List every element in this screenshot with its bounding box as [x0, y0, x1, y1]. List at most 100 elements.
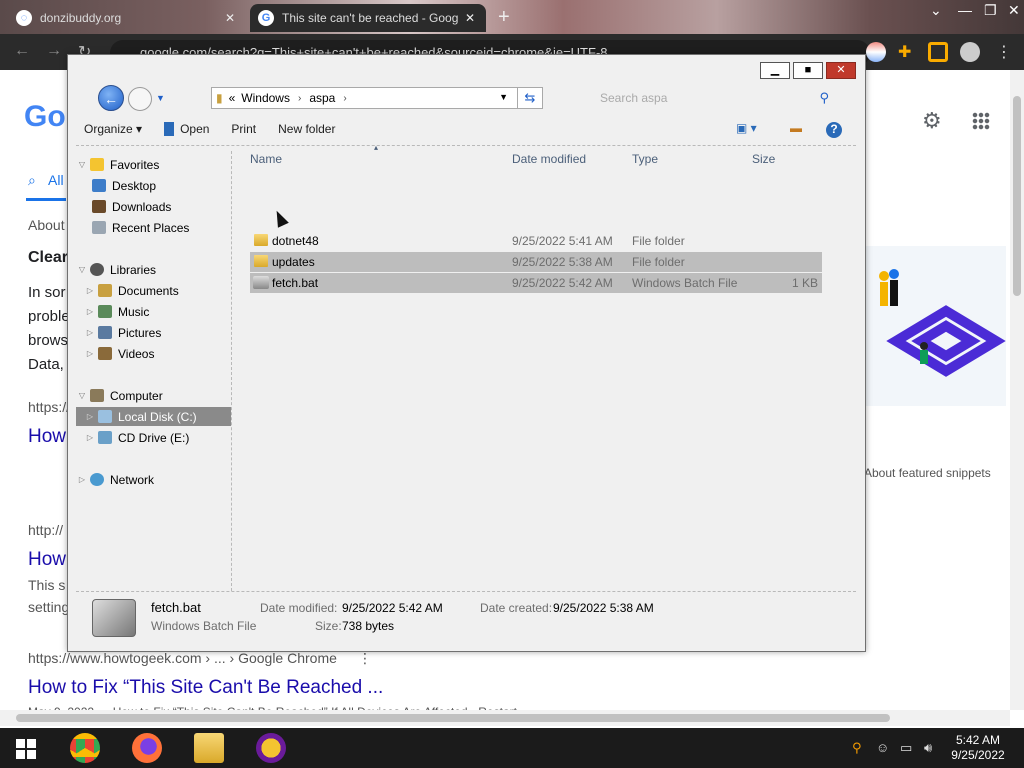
result-link[interactable]: How [28, 549, 66, 571]
nav-local-disk[interactable]: ▷ Local Disk (C:) [76, 407, 231, 426]
menu-dots-icon[interactable]: ⋮ [996, 42, 1016, 62]
search-tray-icon[interactable]: ⚲ [852, 740, 862, 756]
change-view-icon[interactable]: ▣ ▾ [736, 121, 757, 135]
nav-libraries[interactable]: ▽ Libraries [76, 260, 156, 279]
gear-icon[interactable]: ⚙ [922, 108, 942, 134]
nav-documents[interactable]: ▷ Documents [84, 281, 179, 300]
expand-arrow-icon[interactable]: ▷ [84, 286, 96, 295]
column-header-size[interactable]: Size [752, 152, 775, 166]
nav-music[interactable]: ▷ Music [84, 302, 149, 321]
file-date: 9/25/2022 5:41 AM [512, 234, 613, 248]
help-icon[interactable]: ? [826, 122, 842, 138]
expand-arrow-icon[interactable]: ▷ [84, 307, 96, 316]
minimize-button[interactable]: ▁ [760, 62, 790, 79]
result-url[interactable]: https:// [28, 399, 70, 415]
forward-button[interactable] [128, 87, 152, 111]
about-featured-snippets[interactable]: About featured snippets [864, 466, 991, 480]
google-logo[interactable]: Go [24, 100, 66, 134]
extension-flag-icon[interactable] [866, 42, 886, 62]
tab-google-search[interactable]: G This site can't be reached - Goog ✕ [250, 4, 486, 32]
new-folder-button[interactable]: New folder [270, 122, 343, 136]
address-bar[interactable]: ▮ « Windows › aspa › ▼ [211, 87, 543, 109]
maximize-button[interactable]: ■ [793, 62, 823, 79]
close-button[interactable]: ✕ [826, 62, 856, 79]
nav-desktop[interactable]: Desktop [90, 176, 156, 195]
open-button[interactable]: Open [156, 122, 217, 136]
address-dropdown-icon[interactable]: ▼ [499, 92, 508, 102]
expand-arrow-icon[interactable]: ▷ [84, 349, 96, 358]
network-tray-icon[interactable]: ▭ [900, 740, 912, 756]
nav-label: Desktop [112, 178, 157, 193]
breadcrumb-separator[interactable]: › [298, 93, 301, 104]
emoji-tray-icon[interactable]: ☺ [876, 740, 889, 755]
result-menu-icon[interactable]: ⋮ [358, 650, 372, 667]
forward-arrow-icon[interactable]: → [46, 42, 62, 60]
scrollbar-thumb[interactable] [16, 714, 890, 722]
restore-icon[interactable]: ❐ [984, 2, 997, 19]
nav-computer[interactable]: ▽ Computer [76, 386, 163, 405]
breadcrumb-windows[interactable]: Windows [241, 91, 290, 105]
print-button[interactable]: Print [223, 122, 264, 136]
file-row-dotnet48[interactable]: dotnet48 9/25/2022 5:41 AM File folder [250, 231, 822, 251]
nav-recent-places[interactable]: Recent Places [90, 218, 189, 237]
volume-icon[interactable]: 🔊︎ [924, 740, 932, 756]
file-explorer-app-icon[interactable] [194, 733, 224, 763]
breadcrumb-separator[interactable]: › [343, 93, 346, 104]
tab-close-icon[interactable]: ✕ [222, 11, 238, 25]
nav-downloads[interactable]: Downloads [90, 197, 171, 216]
result-link[interactable]: How to Fix “This Site Can't Be Reached .… [28, 677, 383, 699]
recent-pages-chevron-icon[interactable]: ▼ [156, 93, 165, 103]
expand-arrow-icon[interactable]: ▷ [84, 328, 96, 337]
profile-avatar-icon[interactable] [960, 42, 980, 62]
nav-pictures[interactable]: ▷ Pictures [84, 323, 161, 342]
nav-network[interactable]: ▷ Network [76, 470, 154, 489]
tab-close-icon[interactable]: ✕ [462, 11, 478, 25]
videos-icon [98, 347, 112, 360]
result-url[interactable]: https://www.howtogeek.com › ... › Google… [28, 650, 337, 666]
page-scrollbar-horizontal[interactable] [0, 710, 1010, 726]
chevron-down-icon[interactable]: ⌄ [930, 2, 942, 19]
close-icon[interactable]: ✕ [1008, 2, 1020, 19]
page-scrollbar-vertical[interactable] [1010, 70, 1024, 710]
column-header-date[interactable]: Date modified [512, 152, 586, 166]
yahoo-messenger-app-icon[interactable] [256, 733, 286, 763]
minimize-icon[interactable]: — [958, 2, 972, 18]
file-row-updates[interactable]: updates 9/25/2022 5:38 AM File folder [250, 252, 822, 272]
clock-date: 9/25/2022 [951, 748, 1005, 762]
collapse-arrow-icon[interactable]: ▽ [76, 391, 88, 400]
new-tab-button[interactable]: + [498, 6, 510, 29]
column-header-name[interactable]: Name [250, 152, 282, 166]
tab-all[interactable]: All [48, 172, 64, 188]
result-url[interactable]: http:// [28, 522, 63, 538]
back-button[interactable]: ← [98, 85, 124, 111]
scrollbar-thumb[interactable] [1013, 96, 1021, 296]
nav-cd-drive[interactable]: ▷ CD Drive (E:) [84, 428, 189, 447]
apps-grid-icon[interactable] [972, 112, 990, 130]
refresh-button[interactable]: ⇆ [517, 87, 543, 109]
file-row-fetch-bat[interactable]: fetch.bat 9/25/2022 5:42 AM Windows Batc… [250, 273, 822, 293]
column-header-type[interactable]: Type [632, 152, 658, 166]
search-input[interactable]: Search aspa ⚲ [590, 87, 835, 109]
search-icon[interactable]: ⚲ [819, 90, 829, 106]
collapse-arrow-icon[interactable]: ▽ [76, 160, 88, 169]
nav-videos[interactable]: ▷ Videos [84, 344, 155, 363]
explorer-window: ▁ ■ ✕ ← ▼ ▮ « Windows › aspa › ▼ ⇆ Searc… [67, 54, 866, 652]
expand-arrow-icon[interactable]: ▷ [84, 433, 96, 442]
preview-pane-icon[interactable]: ▬ [790, 121, 802, 135]
expand-arrow-icon[interactable]: ▷ [84, 412, 96, 421]
sort-arrow-icon: ▴ [374, 143, 379, 152]
nav-favorites[interactable]: ▽ Favorites [76, 155, 159, 174]
windows-start-icon[interactable] [16, 739, 36, 759]
firefox-app-icon[interactable] [132, 733, 162, 763]
puzzle-icon[interactable]: ✚ [898, 42, 918, 62]
expand-arrow-icon[interactable]: ▷ [76, 475, 88, 484]
tab-donzibuddy[interactable]: ◌ donzibuddy.org ✕ [8, 4, 246, 32]
result-link[interactable]: How [28, 426, 66, 448]
collapse-arrow-icon[interactable]: ▽ [76, 265, 88, 274]
back-arrow-icon[interactable]: ← [14, 42, 30, 60]
organize-button[interactable]: Organize ▾ [76, 122, 150, 136]
sidebar-panel-icon[interactable] [928, 42, 948, 62]
breadcrumb-aspa[interactable]: aspa [309, 91, 335, 105]
taskbar-clock[interactable]: 5:42 AM 9/25/2022 [946, 733, 1010, 763]
chrome-app-icon[interactable] [70, 733, 100, 763]
